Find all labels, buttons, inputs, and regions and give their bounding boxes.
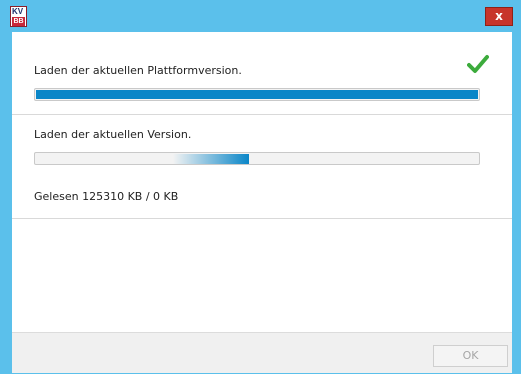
platform-progress-fill	[36, 90, 478, 99]
checkmark-icon	[467, 55, 489, 73]
close-button[interactable]: x	[485, 7, 513, 26]
platform-progress-bar	[34, 88, 480, 101]
ok-button[interactable]: OK	[433, 345, 508, 367]
version-progress-marquee	[173, 154, 249, 164]
logo-text-bb: BB	[12, 17, 25, 26]
task2-label: Laden der aktuellen Version.	[34, 128, 192, 141]
download-status-text: Gelesen 125310 KB / 0 KB	[34, 190, 179, 203]
dialog-window: KV BB x Laden der aktuellen Plattformver…	[0, 0, 521, 374]
logo-text-kv: KV	[12, 7, 24, 16]
dialog-content: Laden der aktuellen Plattformversion. La…	[12, 32, 512, 373]
dialog-footer: OK	[12, 332, 512, 373]
section-divider	[12, 218, 512, 219]
kvbb-logo-icon: KV BB	[10, 6, 27, 27]
section-divider	[12, 114, 512, 115]
version-progress-bar	[34, 152, 480, 165]
task1-label: Laden der aktuellen Plattformversion.	[34, 64, 242, 77]
title-bar[interactable]: KV BB x	[0, 0, 521, 32]
